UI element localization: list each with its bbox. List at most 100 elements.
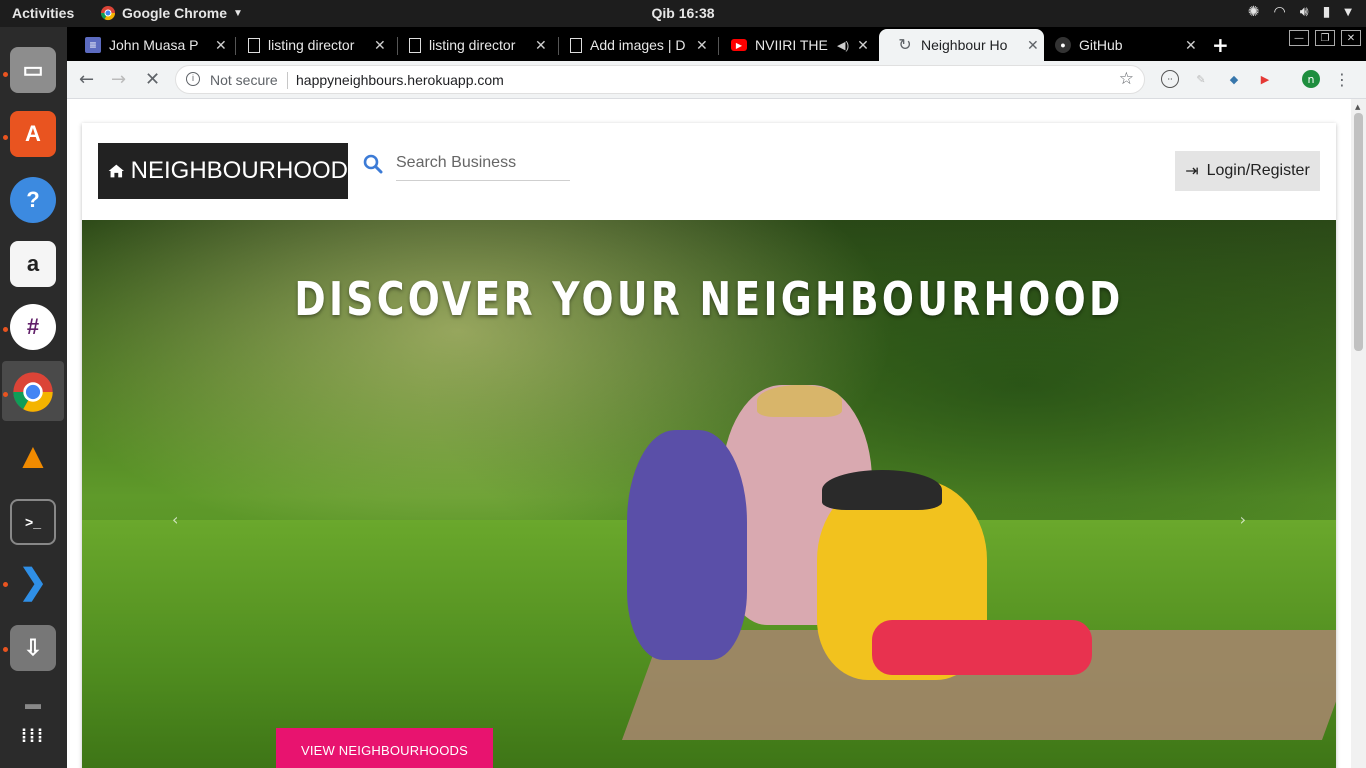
page-icon [248, 37, 260, 53]
url-text[interactable]: happyneighbours.herokuapp.com [296, 72, 504, 88]
browser-tab-strip: ≡ John Muasa P ✕ listing director ✕ list… [67, 27, 1366, 61]
page-card: NEIGHBOURHOOD ⇥ Login/Register DISCOVER … [82, 123, 1336, 768]
battery-icon[interactable]: ▮ [1323, 4, 1331, 20]
tab-docs[interactable]: ≡ John Muasa P ✕ [67, 29, 235, 61]
page-icon [570, 37, 582, 53]
tab-title: John Muasa P [109, 37, 199, 53]
search-icon[interactable] [362, 153, 384, 175]
hero-straw-hat [757, 385, 842, 417]
show-applications-icon[interactable]: ⁞⁞⁞ [10, 713, 56, 759]
new-tab-button[interactable]: + [1212, 33, 1229, 57]
close-icon[interactable]: ✕ [374, 37, 386, 54]
sign-in-icon: ⇥ [1185, 163, 1199, 180]
app-menu-label: Google Chrome [122, 5, 228, 21]
minimize-button[interactable]: — [1289, 30, 1309, 46]
loading-icon: ↻ [898, 37, 912, 54]
close-icon[interactable]: ✕ [857, 37, 869, 54]
activities-button[interactable]: Activities [12, 5, 74, 21]
tab-listing-1[interactable]: listing director ✕ [230, 29, 398, 61]
page-viewport: NEIGHBOURHOOD ⇥ Login/Register DISCOVER … [67, 99, 1351, 768]
hero-carousel: DISCOVER YOUR NEIGHBOURHOOD ‹ › VIEW NEI… [82, 220, 1336, 768]
tab-add-images[interactable]: Add images | D ✕ [552, 29, 720, 61]
address-bar[interactable]: i Not secure happyneighbours.herokuapp.c… [175, 65, 1145, 94]
carousel-next-icon[interactable]: › [1240, 510, 1246, 529]
tab-listing-2[interactable]: listing director ✕ [391, 29, 559, 61]
omnibox-divider [287, 72, 288, 89]
brand-name: NEIGHBOURHOOD [130, 157, 348, 184]
browser-toolbar: ← → ✕ i Not secure happyneighbours.herok… [67, 61, 1366, 99]
tab-github[interactable]: ● GitHub ✕ [1037, 29, 1199, 61]
pencil-extension-icon[interactable]: ✎ [1192, 70, 1210, 88]
tab-title: listing director [429, 37, 516, 53]
hero-boy-left-figure [627, 430, 747, 660]
scrollbar-thumb[interactable] [1354, 113, 1363, 351]
chrome-icon [100, 6, 116, 21]
search-input[interactable] [396, 145, 570, 181]
help-icon[interactable]: ? [10, 177, 56, 223]
system-tray[interactable]: ✺ ◠ 🔊︎ ▮ ▼ [1248, 4, 1352, 20]
back-icon[interactable]: ← [79, 69, 94, 90]
terminal-icon[interactable]: >_ [10, 499, 56, 545]
close-window-button[interactable]: ✕ [1341, 30, 1361, 46]
page-scrollbar[interactable]: ▲ [1351, 99, 1366, 768]
docs-icon: ≡ [85, 37, 101, 53]
amazon-icon[interactable]: a [10, 241, 56, 287]
maximize-button[interactable]: ❐ [1315, 30, 1335, 46]
tab-title: NVIIRI THE [755, 37, 828, 53]
tab-youtube[interactable]: ▶ NVIIRI THE ◀) ✕ [713, 29, 881, 61]
hero-black-hat [822, 470, 942, 510]
running-indicator [3, 392, 8, 397]
close-icon[interactable]: ✕ [1185, 37, 1197, 54]
home-icon [108, 164, 125, 178]
security-status[interactable]: Not secure [210, 72, 278, 88]
volume-icon[interactable]: 🔊︎ [1300, 4, 1309, 20]
menu-icon[interactable]: ⋮ [1333, 70, 1351, 89]
installer-icon[interactable]: ⇩ [10, 625, 56, 671]
page-icon [409, 37, 421, 53]
running-indicator [3, 582, 8, 587]
chevron-down-icon[interactable]: ▼ [1344, 7, 1352, 18]
extension-icon[interactable]: ·· [1161, 70, 1179, 88]
running-indicator [3, 72, 8, 77]
hero-red-trousers [872, 620, 1092, 675]
youtube-icon: ▶ [731, 39, 747, 51]
running-indicator [3, 135, 8, 140]
tab-title: GitHub [1079, 37, 1123, 53]
view-neighbourhoods-button[interactable]: VIEW NEIGHBOURHOODS [276, 728, 493, 768]
profile-avatar[interactable]: n [1302, 70, 1320, 88]
close-icon[interactable]: ✕ [535, 37, 547, 54]
python-extension-icon[interactable]: ◆ [1225, 70, 1243, 88]
brand-logo[interactable]: NEIGHBOURHOOD [98, 143, 348, 199]
carousel-prev-icon[interactable]: ‹ [172, 510, 178, 529]
close-icon[interactable]: ✕ [215, 37, 227, 54]
speaker-icon[interactable]: ◀) [837, 39, 849, 52]
bookmark-star-icon[interactable]: ☆ [1119, 69, 1134, 89]
login-register-button[interactable]: ⇥ Login/Register [1175, 151, 1320, 191]
accessibility-icon[interactable]: ✺ [1248, 4, 1260, 20]
wifi-icon[interactable]: ◠ [1274, 4, 1286, 20]
software-center-icon[interactable]: A [10, 111, 56, 157]
vlc-icon[interactable]: ▲ [10, 433, 56, 479]
files-icon[interactable]: ▭ [10, 47, 56, 93]
scroll-up-icon[interactable]: ▲ [1355, 103, 1360, 111]
vscode-icon[interactable]: ❯ [10, 559, 56, 605]
stop-loading-icon[interactable]: ✕ [145, 69, 160, 90]
slack-icon[interactable]: # [10, 304, 56, 350]
record-extension-icon[interactable]: ▶ [1256, 70, 1274, 88]
forward-icon[interactable]: → [111, 69, 126, 90]
running-indicator [3, 327, 8, 332]
tab-title: listing director [268, 37, 355, 53]
hero-title: DISCOVER YOUR NEIGHBOURHOOD [294, 272, 1124, 326]
tab-title: Add images | D [590, 37, 686, 53]
dock: ▭ A ? a # ▲ >_ ❯ ⇩ ▬ ⁞⁞⁞ [0, 27, 67, 768]
app-menu[interactable]: Google Chrome ▼ [100, 5, 243, 21]
clock[interactable]: Qib 16:38 [651, 5, 714, 21]
system-top-bar: Activities Google Chrome ▼ Qib 16:38 ✺ ◠… [0, 0, 1366, 27]
info-icon[interactable]: i [186, 72, 200, 86]
chevron-down-icon: ▼ [233, 7, 243, 19]
login-register-label: Login/Register [1206, 162, 1310, 179]
tab-title: Neighbour Ho [921, 37, 1008, 53]
tab-neighbourhood[interactable]: ↻ Neighbour Ho ✕ [879, 29, 1044, 61]
chrome-icon[interactable] [10, 369, 56, 415]
close-icon[interactable]: ✕ [696, 37, 708, 54]
